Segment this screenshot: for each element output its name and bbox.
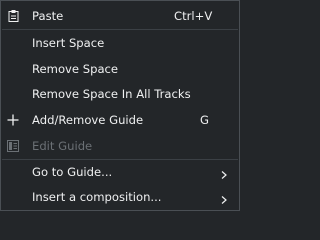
menu-item-edit-guide[interactable]: Edit Guide bbox=[1, 133, 239, 159]
menu-item-label: Insert Space bbox=[32, 36, 105, 50]
context-menu: Paste Ctrl+V Insert Space Remove Space R… bbox=[0, 0, 240, 211]
menu-item-insert-space[interactable]: Insert Space bbox=[1, 30, 239, 56]
chevron-right-icon bbox=[220, 193, 228, 204]
chevron-right-icon bbox=[220, 168, 228, 179]
menu-item-remove-space-all-tracks[interactable]: Remove Space In All Tracks bbox=[1, 81, 239, 107]
menu-item-label: Add/Remove Guide bbox=[32, 113, 144, 127]
paste-icon bbox=[7, 10, 21, 22]
edit-guide-icon bbox=[7, 140, 21, 152]
menu-item-label: Insert a composition... bbox=[32, 190, 162, 204]
plus-icon bbox=[7, 114, 21, 126]
menu-item-label: Remove Space In All Tracks bbox=[32, 87, 191, 101]
menu-item-insert-composition[interactable]: Insert a composition... bbox=[1, 184, 239, 210]
menu-item-label: Edit Guide bbox=[32, 139, 93, 153]
menu-item-label: Remove Space bbox=[32, 62, 119, 76]
shortcut-label: G bbox=[200, 113, 209, 127]
menu-item-remove-space[interactable]: Remove Space bbox=[1, 56, 239, 82]
menu-item-label: Go to Guide... bbox=[32, 165, 113, 179]
menu-item-add-remove-guide[interactable]: Add/Remove Guide G bbox=[1, 107, 239, 133]
menu-item-go-to-guide[interactable]: Go to Guide... bbox=[1, 159, 239, 185]
menu-item-label: Paste bbox=[32, 9, 64, 23]
menu-item-paste[interactable]: Paste Ctrl+V bbox=[1, 3, 239, 29]
shortcut-label: Ctrl+V bbox=[174, 9, 213, 23]
